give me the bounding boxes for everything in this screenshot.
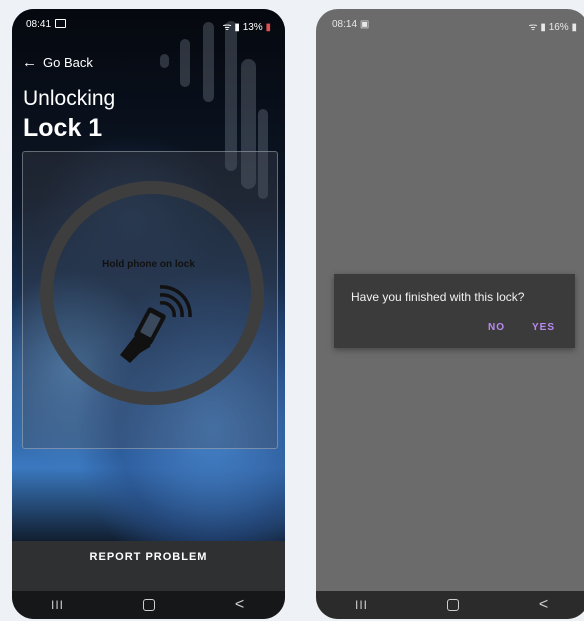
phone-tap-icon (120, 285, 192, 363)
home-icon (446, 599, 459, 611)
wifi-icon: ᯤ (528, 22, 538, 33)
recents-icon: III (50, 598, 64, 612)
battery-icon: ▮ (571, 22, 577, 33)
page-title: Lock 1 (23, 114, 103, 142)
recents-button[interactable]: III (347, 594, 377, 616)
yes-button[interactable]: YES (532, 322, 555, 333)
confirm-screen: 08:14 ▣ ᯤ ▮ 16% ▮ Have you finished with… (316, 9, 584, 619)
home-button[interactable] (438, 594, 468, 616)
status-bar: 08:41 ᯤ ▮ 13% ▮ (12, 9, 285, 37)
system-nav-bar: III < (12, 591, 285, 619)
status-right: ᯤ ▮ 16% ▮ (528, 19, 577, 33)
back-button[interactable]: < (225, 594, 255, 616)
decor-bar (160, 54, 169, 68)
confirm-dialog: Have you finished with this lock? NO YES (334, 274, 575, 348)
dialog-message: Have you finished with this lock? (351, 290, 525, 304)
recents-button[interactable]: III (43, 594, 73, 616)
status-bar: 08:14 ▣ ᯤ ▮ 16% ▮ (316, 9, 584, 37)
signal-icon: ▮ (540, 22, 546, 33)
back-button[interactable]: < (529, 594, 559, 616)
wifi-icon: ᯤ (222, 22, 232, 33)
recents-icon: III (354, 598, 368, 612)
system-nav-bar: III < (316, 591, 584, 619)
battery-percent: 13% (242, 22, 263, 33)
back-icon: < (234, 596, 245, 613)
go-back-label: Go Back (43, 55, 93, 70)
arrow-left-icon: ← (22, 54, 37, 71)
report-problem-label: REPORT PROBLEM (89, 551, 208, 563)
gallery-icon (55, 19, 67, 28)
back-icon: < (538, 596, 549, 613)
home-icon (142, 599, 155, 611)
battery-percent: 16% (548, 22, 569, 33)
signal-icon: ▮ (234, 22, 240, 33)
status-time: 08:14 ▣ (332, 19, 370, 30)
unlocking-screen: 08:41 ᯤ ▮ 13% ▮ ← Go Back Unlocking Lock… (12, 9, 285, 619)
status-time: 08:41 (26, 19, 67, 30)
battery-icon: ▮ (265, 22, 271, 33)
home-button[interactable] (134, 594, 164, 616)
go-back-button[interactable]: ← Go Back (22, 55, 93, 70)
no-button[interactable]: NO (488, 322, 505, 333)
hold-instruction: Hold phone on lock (102, 259, 195, 270)
decor-bar (180, 39, 190, 87)
page-subtitle: Unlocking (23, 87, 116, 110)
status-right: ᯤ ▮ 13% ▮ (222, 19, 271, 33)
decor-bar (225, 21, 237, 171)
report-problem-button[interactable]: REPORT PROBLEM (12, 541, 285, 593)
gallery-icon: ▣ (359, 19, 370, 30)
